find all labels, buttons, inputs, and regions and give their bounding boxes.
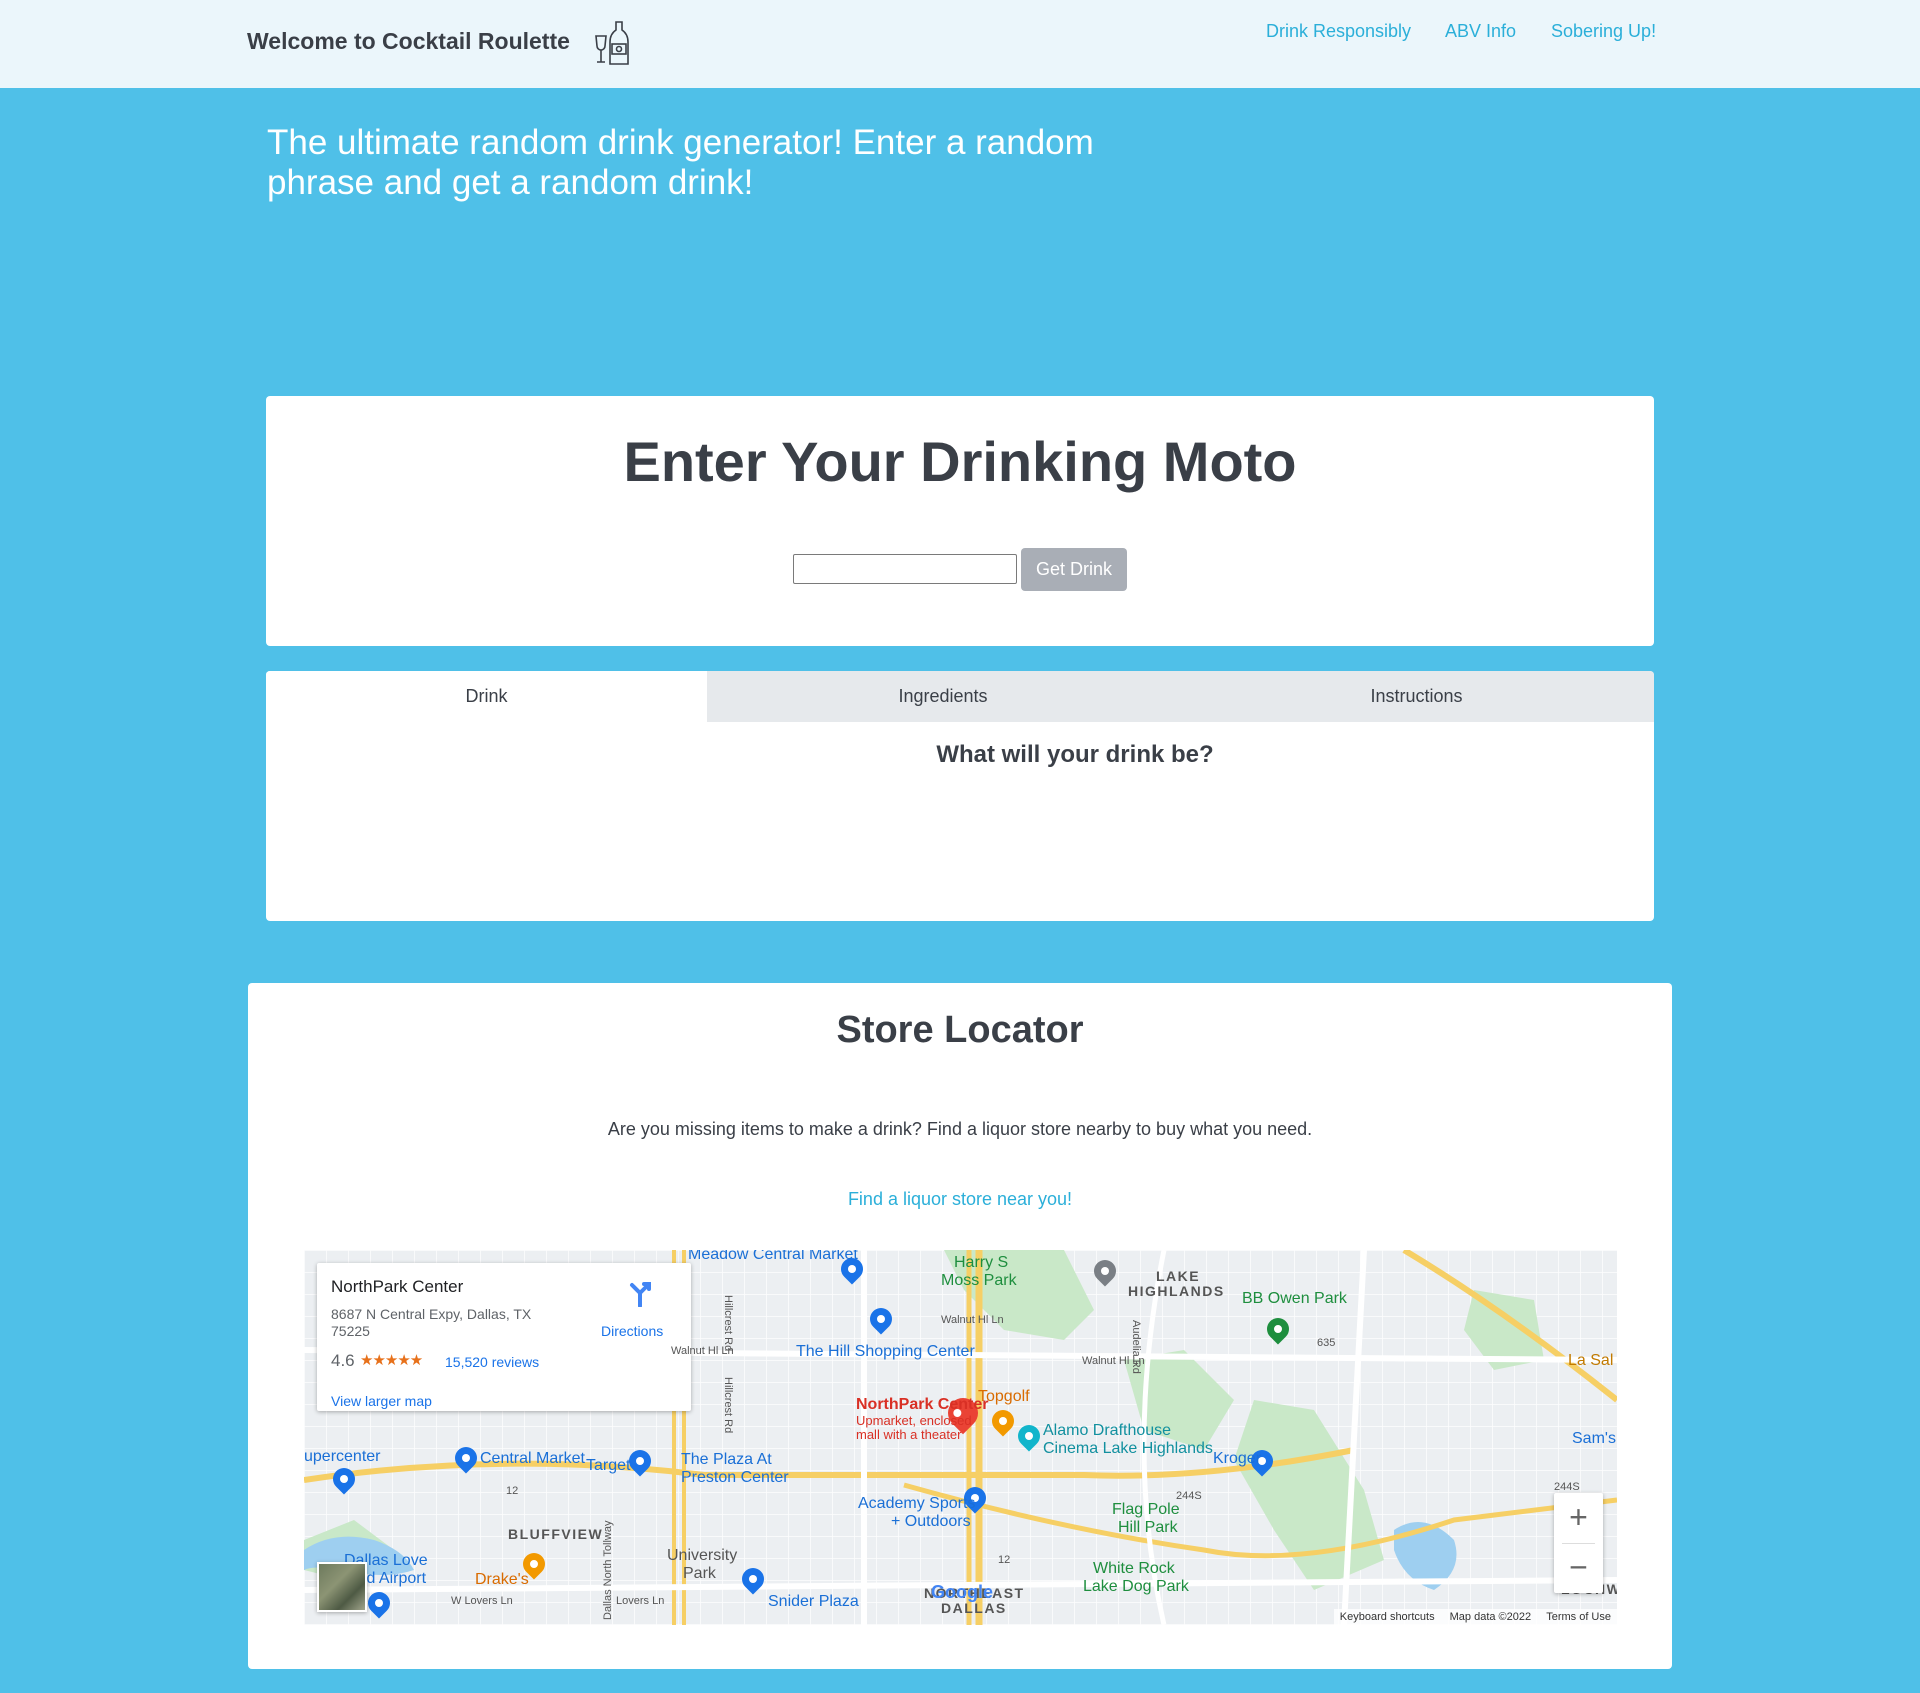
hero-tagline: The ultimate random drink generator! Ent… — [267, 123, 1094, 202]
route-badge: 12 — [998, 1554, 1011, 1566]
map-label: Harry S — [954, 1254, 1009, 1271]
google-logo: Google — [931, 1582, 993, 1602]
route-badge: 244S — [1176, 1490, 1202, 1502]
route-badge: 12 — [506, 1485, 519, 1497]
place-info-card: NorthPark Center 8687 N Central Expy, Da… — [317, 1263, 691, 1411]
brand-title[interactable]: Welcome to Cocktail Roulette — [247, 28, 570, 55]
road-label: Lovers Ln — [616, 1595, 665, 1607]
map-label: Kroger — [1213, 1450, 1262, 1467]
zoom-out-button[interactable]: − — [1554, 1543, 1603, 1593]
map-label: BLUFFVIEW — [508, 1526, 604, 1542]
rating-stars-icon: ★★★★★ — [360, 1352, 423, 1369]
store-description: Are you missing items to make a drink? F… — [607, 1119, 1313, 1139]
moto-input[interactable] — [793, 554, 1017, 584]
map-label: Upmarket, enclosed — [856, 1413, 972, 1428]
route-badge: 635 — [1317, 1337, 1336, 1349]
drink-prompt: What will your drink be? — [936, 741, 1214, 768]
map-label: Snider Plaza — [768, 1593, 859, 1610]
map-label: Sam's — [1572, 1430, 1616, 1447]
nav-link-drink-responsibly[interactable]: Drink Responsibly — [1266, 21, 1411, 42]
nav-link-abv-info[interactable]: ABV Info — [1445, 21, 1516, 42]
road-label: Hillcrest Rd — [722, 1377, 734, 1434]
terms-of-use-link[interactable]: Terms of Use — [1546, 1611, 1611, 1623]
map-label: Academy Sports — [858, 1495, 976, 1512]
map-label: Target — [586, 1457, 631, 1474]
tab-instructions[interactable]: Instructions — [1179, 671, 1654, 722]
map-label: White Rock — [1093, 1560, 1175, 1577]
tab-bar: Drink Ingredients Instructions — [266, 671, 1654, 722]
map-label: University — [667, 1547, 738, 1564]
map-label: mall with a theater — [856, 1427, 962, 1442]
moto-card: Enter Your Drinking Moto Get Drink — [266, 396, 1654, 646]
map-label: NorthPark Center — [856, 1396, 989, 1413]
map-label: Lake Dog Park — [1083, 1578, 1189, 1595]
tab-ingredients[interactable]: Ingredients — [707, 671, 1179, 722]
map-label: BB Owen Park — [1242, 1290, 1347, 1307]
map-label: La Sal — [1568, 1352, 1614, 1369]
map-label: Topgolf — [978, 1388, 1030, 1405]
road-label: Hillcrest Rd — [722, 1295, 734, 1352]
map-label: Drake's — [475, 1571, 529, 1588]
keyboard-shortcuts-link[interactable]: Keyboard shortcuts — [1340, 1611, 1435, 1623]
wine-bottle-icon — [595, 21, 629, 65]
road-label: Dallas North Tollway — [602, 1520, 614, 1620]
directions-icon[interactable] — [626, 1279, 654, 1307]
map-label: Hill Park — [1118, 1519, 1178, 1536]
store-locator-title: Store Locator — [836, 1009, 1084, 1051]
map-label: Central Market — [480, 1450, 585, 1467]
navbar: Welcome to Cocktail Roulette Drink Respo… — [0, 0, 1920, 88]
view-larger-map-link[interactable]: View larger map — [331, 1393, 432, 1409]
road-label: Audelia Rd — [1130, 1320, 1142, 1374]
map-label: The Plaza At — [681, 1451, 772, 1468]
map-label: The Hill Shopping Center — [796, 1343, 975, 1360]
road-label: W Lovers Ln — [451, 1595, 513, 1607]
store-map[interactable]: NorthPark Center 8687 N Central Expy, Da… — [304, 1250, 1617, 1625]
road-label: Walnut Hl Ln — [941, 1314, 1004, 1326]
map-data-text: Map data ©2022 — [1449, 1611, 1532, 1623]
map-label: Park — [683, 1565, 716, 1582]
map-label: Preston Center — [681, 1469, 789, 1486]
map-label: Alamo Drafthouse — [1043, 1422, 1172, 1439]
find-liquor-store-link[interactable]: Find a liquor store near you! — [248, 1189, 1672, 1210]
map-label: Flag Pole — [1112, 1501, 1180, 1518]
directions-link[interactable]: Directions — [601, 1323, 663, 1339]
drink-tabs-card: Drink Ingredients Instructions What will… — [266, 671, 1654, 921]
place-name: NorthPark Center — [331, 1277, 464, 1296]
map-label: HIGHLANDS — [1128, 1283, 1225, 1299]
place-address: 8687 N Central Expy, Dallas, TX 75225 — [331, 1306, 532, 1339]
map-label: + Outdoors — [891, 1513, 971, 1530]
zoom-control: + − — [1554, 1493, 1603, 1593]
map-label: Moss Park — [941, 1272, 1017, 1289]
reviews-link[interactable]: 15,520 reviews — [445, 1354, 539, 1370]
map-label: Meadow Central Market — [688, 1250, 858, 1263]
tab-drink[interactable]: Drink — [266, 671, 707, 722]
map-label: upercenter — [304, 1448, 381, 1465]
get-drink-button[interactable]: Get Drink — [1021, 548, 1127, 591]
zoom-in-button[interactable]: + — [1554, 1493, 1603, 1543]
place-rating: 4.6 — [331, 1351, 355, 1370]
satellite-toggle[interactable] — [317, 1562, 367, 1612]
map-attribution: Keyboard shortcuts Map data ©2022 Terms … — [1333, 1609, 1617, 1625]
nav-link-sobering-up[interactable]: Sobering Up! — [1551, 21, 1656, 42]
moto-title: Enter Your Drinking Moto — [623, 430, 1297, 493]
map-label: Cinema Lake Highlands — [1043, 1440, 1213, 1457]
